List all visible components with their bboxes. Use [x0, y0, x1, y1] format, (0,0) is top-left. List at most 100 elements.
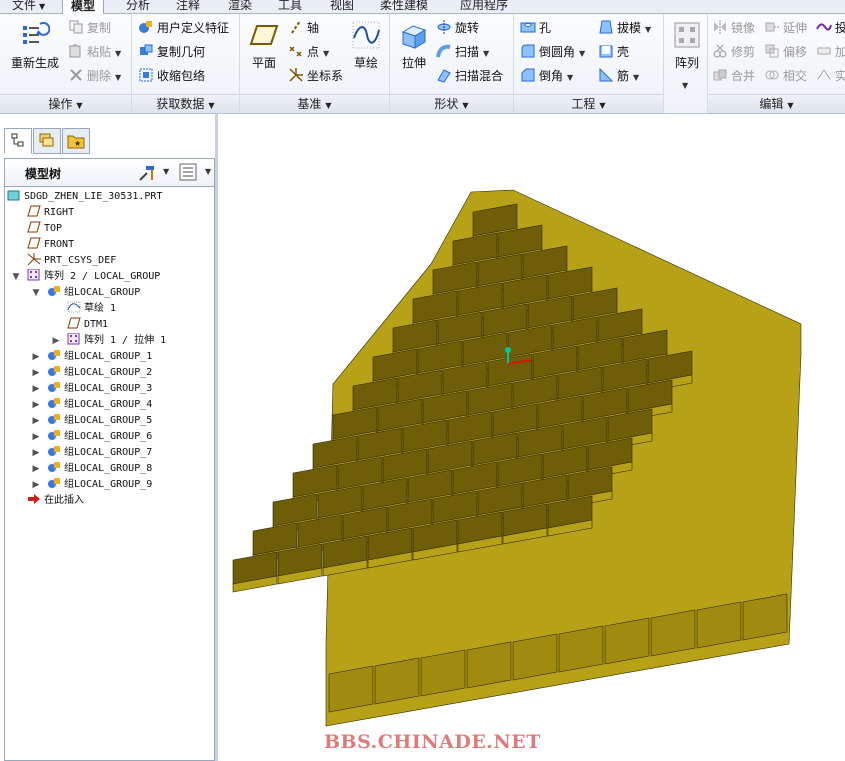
trim-icon [713, 44, 727, 58]
expand-toggle[interactable]: ▶ [31, 365, 41, 381]
tree-settings-button[interactable]: ▼ [137, 163, 171, 183]
expand-toggle[interactable]: ▶ [31, 429, 41, 445]
tree-node-group-6[interactable]: 组LOCAL_GROUP_6 [47, 429, 152, 445]
mirror-button[interactable]: 镜像 [712, 18, 755, 38]
udf-button[interactable]: 用户定义特征 [138, 18, 229, 38]
tree-node-group-1[interactable]: 组LOCAL_GROUP_1 [47, 349, 152, 365]
copy-label: 复制 [87, 21, 112, 35]
rib-button[interactable]: 筋 ▼ [598, 66, 639, 86]
hole-button[interactable]: 孔 [520, 18, 551, 38]
graphics-viewport[interactable]: BBS.CHINADE.NET [221, 114, 845, 761]
shell-button[interactable]: 壳 [598, 42, 629, 62]
tree-node-pattern-2[interactable]: 阵列 2 / LOCAL_GROUP [27, 269, 160, 285]
pattern-dropdown[interactable]: ▼ [678, 74, 688, 94]
swept-blend-button[interactable]: 扫描混合 [436, 66, 503, 86]
tree-node-dtm1[interactable]: DTM1 [67, 317, 108, 333]
tab-file[interactable]: 文件 ▼ [4, 0, 53, 14]
tree-node-front[interactable]: FRONT [27, 237, 74, 253]
tree-node-pattern-1[interactable]: 阵列 1 / 拉伸 1 [67, 333, 166, 349]
expand-toggle[interactable]: ▶ [31, 477, 41, 493]
expand-toggle[interactable]: ▶ [51, 333, 61, 349]
group-label-get-data[interactable]: 获取数据 ▼ [132, 94, 239, 113]
solidify-button[interactable]: 实 [816, 66, 845, 86]
tree-node-group-9[interactable]: 组LOCAL_GROUP_9 [47, 477, 152, 493]
chevron-down-icon: ▼ [323, 49, 330, 58]
expand-toggle[interactable]: ▶ [31, 349, 41, 365]
tab-model[interactable]: 模型 [62, 0, 105, 14]
point-label: 点 [307, 45, 320, 59]
expand-toggle[interactable]: ▶ [31, 461, 41, 477]
expand-toggle[interactable]: ▼ [11, 269, 21, 285]
tree-node-label: 组LOCAL_GROUP_5 [64, 415, 153, 426]
sweep-label: 扫描 [455, 45, 480, 59]
shrinkwrap-button[interactable]: 收缩包络 [138, 66, 205, 86]
tab-tools[interactable]: 工具 [270, 0, 310, 14]
tree-show-button[interactable]: ▼ [179, 163, 213, 183]
extend-button[interactable]: 延伸 [764, 18, 807, 38]
group-label-shapes[interactable]: 形状 ▼ [390, 94, 513, 113]
project-button[interactable]: 投 [816, 18, 845, 38]
copy-button[interactable]: 复制 [68, 18, 111, 38]
tab-render[interactable]: 渲染 [220, 0, 260, 14]
tree-node-top[interactable]: TOP [27, 221, 62, 237]
tree-node-insert-here[interactable]: 在此插入 [27, 493, 84, 509]
expand-toggle[interactable]: ▶ [31, 397, 41, 413]
swept-blend-label: 扫描混合 [455, 69, 504, 83]
tree-node-group-5[interactable]: 组LOCAL_GROUP_5 [47, 413, 152, 429]
offset-button[interactable]: 偏移 [764, 42, 807, 62]
draft-button[interactable]: 拔模 ▼ [598, 18, 651, 38]
copy-geometry-button[interactable]: 复制几何 [138, 42, 205, 62]
tree-node-csys[interactable]: PRT_CSYS_DEF [27, 253, 116, 269]
group-label-operations[interactable]: 操作 ▼ [0, 94, 131, 113]
trim-button[interactable]: 修剪 [712, 42, 755, 62]
tree-node-group-7[interactable]: 组LOCAL_GROUP_7 [47, 445, 152, 461]
expand-toggle[interactable]: ▶ [31, 445, 41, 461]
paste-button[interactable]: 粘贴 ▼ [68, 42, 121, 62]
regenerate-button[interactable]: 重新生成 [8, 20, 62, 71]
round-button[interactable]: 倒圆角 ▼ [520, 42, 585, 62]
udf-icon [139, 21, 152, 33]
tab-model-tree[interactable] [4, 128, 32, 154]
pattern-button[interactable]: 阵列 [668, 20, 706, 71]
tree-node-group-8[interactable]: 组LOCAL_GROUP_8 [47, 461, 152, 477]
intersect-button[interactable]: 相交 [764, 66, 807, 86]
tree-node-part[interactable]: SDGD_ZHEN_LIE_30531.PRT [7, 189, 162, 205]
tree-node-group[interactable]: 组LOCAL_GROUP [47, 285, 140, 301]
point-button[interactable]: 点 ▼ [288, 42, 329, 62]
sketch-button[interactable]: 草绘 [346, 20, 386, 71]
tab-flexible-modeling[interactable]: 柔性建模 [372, 0, 436, 14]
expand-toggle[interactable]: ▶ [31, 413, 41, 429]
extend-label: 延伸 [783, 21, 808, 35]
tab-analysis[interactable]: 分析 [118, 0, 158, 14]
expand-toggle[interactable]: ▶ [31, 381, 41, 397]
csys-button[interactable]: 坐标系 [288, 66, 343, 86]
tab-folder-browser[interactable]: ★ [62, 128, 90, 154]
tree-node-label: 阵列 1 / 拉伸 1 [84, 335, 167, 346]
tree-node-group-2[interactable]: 组LOCAL_GROUP_2 [47, 365, 152, 381]
tab-layer-tree[interactable] [33, 128, 61, 154]
model-rim-block [374, 657, 420, 705]
expand-toggle[interactable]: ▼ [31, 285, 41, 301]
merge-button[interactable]: 合并 [712, 66, 755, 86]
project-icon [816, 23, 832, 31]
sweep-button[interactable]: 扫描 ▼ [436, 42, 489, 62]
group-label-datum[interactable]: 基准 ▼ [240, 94, 389, 113]
thicken-button[interactable]: 加 [816, 42, 845, 62]
tab-annotate[interactable]: 注释 [168, 0, 208, 14]
extrude-button[interactable]: 拉伸 [394, 20, 434, 71]
tree-node-group-3[interactable]: 组LOCAL_GROUP_3 [47, 381, 152, 397]
chamfer-button[interactable]: 倒角 ▼ [520, 66, 573, 86]
tab-view[interactable]: 视图 [322, 0, 362, 14]
tab-applications[interactable]: 应用程序 [452, 0, 516, 14]
plane-button[interactable]: 平面 [244, 20, 284, 71]
group-label-engineering[interactable]: 工程 ▼ [514, 94, 663, 113]
delete-button[interactable]: 删除 ▼ [68, 66, 121, 86]
tree-node-right[interactable]: RIGHT [27, 205, 74, 221]
axis-button[interactable]: 轴 [288, 18, 319, 38]
revolve-icon [437, 20, 451, 34]
tree-node-sketch-1[interactable]: 草绘 1 [67, 301, 116, 317]
tree-node-group-4[interactable]: 组LOCAL_GROUP_4 [47, 397, 152, 413]
revolve-button[interactable]: 旋转 [436, 18, 479, 38]
stepped-block-model[interactable] [221, 114, 845, 761]
group-label-editing[interactable]: 编辑 ▼ [708, 94, 845, 113]
